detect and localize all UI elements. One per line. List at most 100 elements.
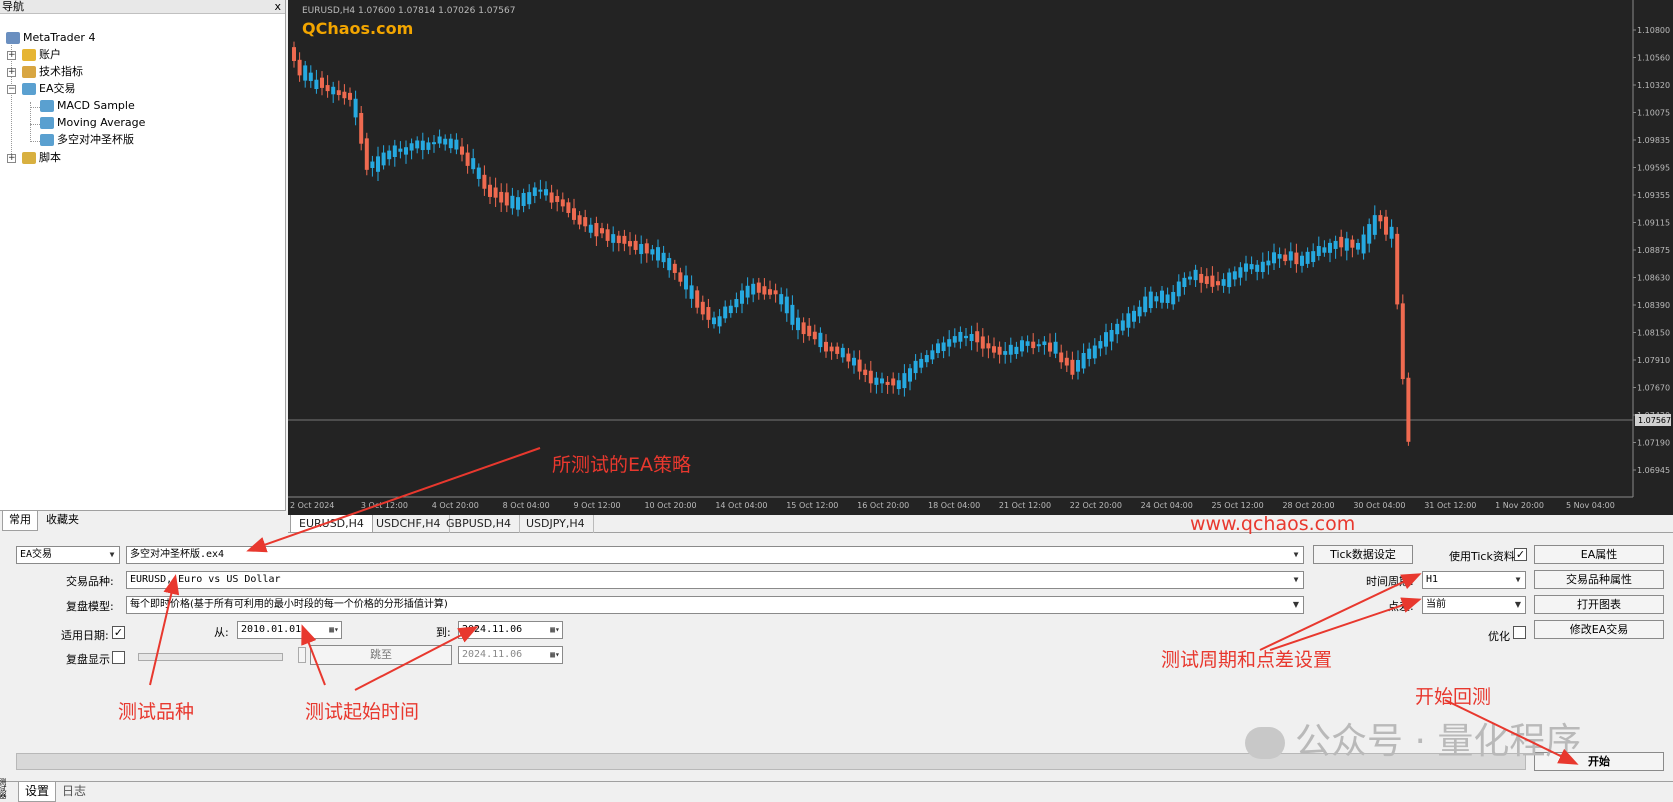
from-date-picker[interactable]: 2010.01.01 ▦▾ bbox=[237, 621, 342, 639]
expert-icon bbox=[40, 134, 54, 146]
tree-item-macd-sample[interactable]: MACD Sample bbox=[40, 97, 135, 114]
period-select[interactable]: H1 ▼ bbox=[1422, 571, 1526, 589]
time-tick-label: 2 Oct 2024 bbox=[290, 501, 334, 510]
tree-item-indicators[interactable]: 技术指标 bbox=[22, 63, 83, 80]
symbol-label: 交易品种: bbox=[66, 575, 114, 588]
use-tick-checkbox[interactable]: ✓ bbox=[1514, 548, 1527, 561]
candle-body bbox=[1288, 251, 1293, 261]
candle-body bbox=[1148, 291, 1153, 309]
tick-settings-button[interactable]: Tick数据设定 bbox=[1313, 545, 1413, 564]
candle-body bbox=[824, 341, 828, 352]
ea-file-select[interactable]: 多空对冲圣杯版.ex4 ▼ bbox=[126, 546, 1304, 564]
candle-body bbox=[1064, 357, 1069, 366]
candle-body bbox=[964, 335, 968, 339]
candle-body bbox=[1171, 291, 1176, 305]
model-select[interactable]: 每个即时价格(基于所有可利用的最小时段的每一个价格的分形插值计算) ▼ bbox=[126, 596, 1304, 614]
candle-body bbox=[331, 86, 336, 95]
candle-body bbox=[1249, 264, 1254, 270]
expand-icon[interactable]: + bbox=[7, 51, 16, 60]
chart-tab-usdjpy[interactable]: USDJPY,H4 bbox=[518, 515, 594, 533]
open-chart-button[interactable]: 打开图表 bbox=[1534, 595, 1664, 614]
watermark-text: 公众号 · 量化程序 bbox=[1295, 721, 1582, 762]
symbol-select[interactable]: EURUSD, Euro vs US Dollar ▼ bbox=[126, 571, 1304, 589]
candle-body bbox=[997, 346, 1002, 355]
candle-body bbox=[1104, 332, 1108, 347]
tree-item-ea[interactable]: EA交易 bbox=[22, 80, 75, 97]
tree-item-moving-average[interactable]: Moving Average bbox=[40, 114, 145, 131]
chart-tab-gbpusd[interactable]: GBPUSD,H4 bbox=[438, 515, 520, 533]
candle-body bbox=[941, 342, 946, 352]
candle-body bbox=[801, 322, 806, 335]
expert-icon bbox=[40, 117, 54, 129]
candle-body bbox=[1216, 281, 1220, 286]
use-date-checkbox[interactable]: ✓ bbox=[112, 626, 125, 639]
candle-body bbox=[611, 234, 616, 243]
candle-body bbox=[1305, 251, 1310, 264]
tree-item-label: 脚本 bbox=[39, 151, 61, 164]
close-icon[interactable]: x bbox=[274, 0, 281, 13]
symbol-properties-button[interactable]: 交易品种属性 bbox=[1534, 570, 1664, 589]
tree-item-hedge-ea[interactable]: 多空对冲圣杯版 bbox=[40, 131, 134, 148]
pause-button[interactable] bbox=[298, 647, 306, 663]
tab-settings[interactable]: 设置 bbox=[18, 782, 57, 802]
candle-body bbox=[1008, 344, 1013, 355]
jump-button[interactable]: 跳至 bbox=[310, 645, 452, 665]
tab-journal[interactable]: 日志 bbox=[56, 782, 92, 802]
chevron-down-icon: ▼ bbox=[1289, 547, 1303, 563]
use-tick-label: 使用Tick资料 bbox=[1449, 550, 1515, 563]
candle-body bbox=[1238, 267, 1243, 278]
ea-properties-button[interactable]: EA属性 bbox=[1534, 545, 1664, 564]
spread-select[interactable]: 当前 ▼ bbox=[1422, 596, 1526, 614]
candle-body bbox=[723, 306, 728, 319]
expand-icon[interactable]: + bbox=[7, 68, 16, 77]
accounts-icon bbox=[22, 49, 36, 61]
candle-body bbox=[499, 191, 504, 203]
tree-item-label: Moving Average bbox=[57, 116, 146, 129]
computer-icon bbox=[6, 32, 20, 44]
time-tick-label: 31 Oct 12:00 bbox=[1424, 501, 1476, 510]
tree-root-label: MetaTrader 4 bbox=[23, 31, 96, 44]
tab-common[interactable]: 常用 bbox=[2, 511, 38, 531]
candle-body bbox=[863, 369, 868, 376]
price-tick-label: 1.07910 bbox=[1637, 356, 1670, 365]
jump-date-picker[interactable]: 2024.11.06 ▦▾ bbox=[458, 646, 563, 664]
candle-body bbox=[616, 235, 621, 244]
candle-body bbox=[320, 77, 324, 88]
time-tick-label: 15 Oct 12:00 bbox=[786, 501, 838, 510]
tree-root[interactable]: MetaTrader 4 bbox=[6, 29, 95, 46]
price-tick-label: 1.06945 bbox=[1637, 466, 1670, 475]
tree-item-account[interactable]: 账户 bbox=[22, 46, 61, 63]
price-tick-label: 1.08150 bbox=[1637, 329, 1670, 338]
chart-header: EURUSD,H4 1.07600 1.07814 1.07026 1.0756… bbox=[302, 6, 515, 16]
tab-favorites[interactable]: 收藏夹 bbox=[40, 511, 85, 531]
candle-body bbox=[1053, 341, 1058, 354]
candle-body bbox=[493, 187, 498, 198]
candle-body bbox=[924, 355, 929, 363]
expand-icon[interactable]: + bbox=[7, 154, 16, 163]
annotation-begin: 开始回测 bbox=[1415, 686, 1492, 708]
speed-slider[interactable] bbox=[138, 653, 283, 661]
candle-body bbox=[577, 215, 582, 225]
candle-body bbox=[1154, 296, 1159, 302]
candle-body bbox=[1126, 313, 1131, 328]
candle-body bbox=[644, 243, 649, 254]
candle-body bbox=[465, 152, 470, 166]
candle-body bbox=[1003, 351, 1008, 355]
modify-ea-button[interactable]: 修改EA交易 bbox=[1534, 620, 1664, 639]
candle-body bbox=[376, 156, 380, 172]
ea-type-select[interactable]: EA交易 ▼ bbox=[16, 546, 120, 564]
visual-checkbox[interactable] bbox=[112, 651, 125, 664]
collapse-icon[interactable]: − bbox=[7, 85, 16, 94]
candle-body bbox=[1036, 344, 1041, 347]
candle-body bbox=[717, 316, 722, 327]
optimize-checkbox[interactable] bbox=[1513, 626, 1526, 639]
candle-body bbox=[885, 381, 890, 385]
candle-body bbox=[1384, 216, 1388, 235]
candle-body bbox=[387, 150, 392, 160]
model-value: 每个即时价格(基于所有可利用的最小时段的每一个价格的分形插值计算) bbox=[130, 599, 448, 610]
candle-body bbox=[622, 235, 627, 244]
tree-item-scripts[interactable]: 脚本 bbox=[22, 149, 61, 166]
to-date-picker[interactable]: 2024.11.06 ▦▾ bbox=[458, 621, 563, 639]
price-chart[interactable]: EURUSD,H4 1.07600 1.07814 1.07026 1.0756… bbox=[288, 0, 1673, 515]
chart-tab-eurusd[interactable]: EURUSD,H4 bbox=[290, 515, 373, 533]
